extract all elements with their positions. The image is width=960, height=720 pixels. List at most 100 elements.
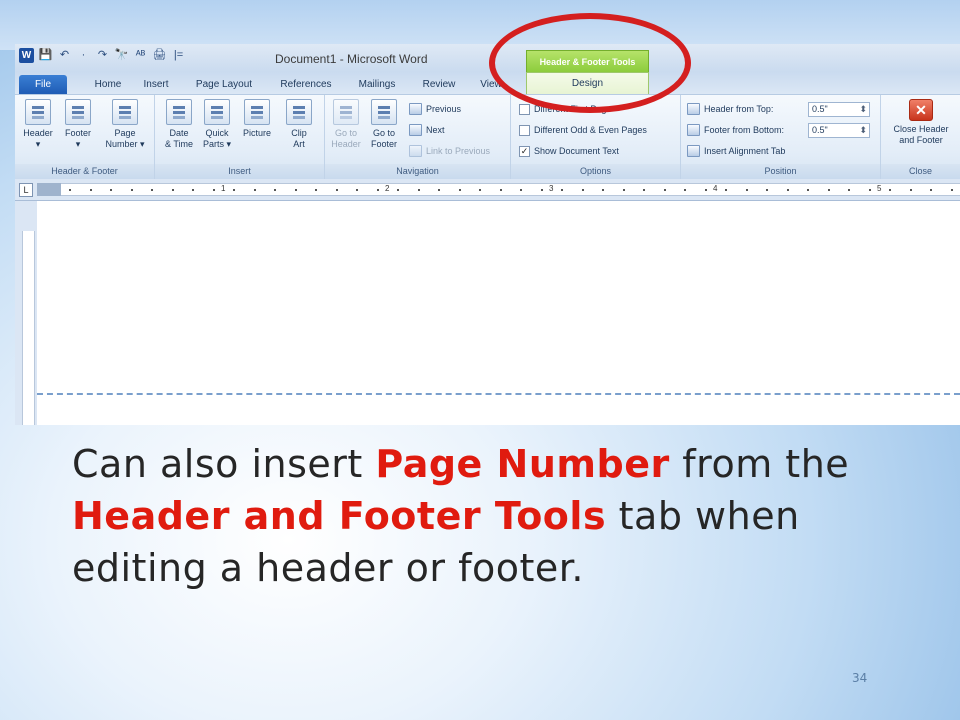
go-to-header-button[interactable]: Go to Header <box>327 99 365 150</box>
checkbox-icon <box>519 124 530 136</box>
ruler-tick <box>274 189 276 191</box>
tab-review[interactable]: Review <box>415 75 463 94</box>
print-preview-icon[interactable]: 🖨 <box>152 48 167 63</box>
ruler-tick <box>622 189 625 191</box>
window-title: Document1 - Microsoft Word <box>275 52 428 66</box>
ruler-tick <box>397 189 399 191</box>
insert-alignment-tab-button[interactable]: Insert Alignment Tab <box>687 143 785 159</box>
clip-art-button[interactable]: Clip Art <box>281 99 317 150</box>
spelling-icon[interactable]: ᴬᴮ <box>133 48 148 63</box>
header-icon <box>25 99 51 125</box>
ruler-tick <box>827 189 830 191</box>
picture-button[interactable]: Picture <box>237 99 277 139</box>
ruler-tick <box>684 189 686 191</box>
tab-home[interactable]: Home <box>85 75 131 94</box>
tab-page-layout[interactable]: Page Layout <box>185 75 263 94</box>
link-to-previous-button[interactable]: Link to Previous <box>409 143 490 159</box>
link-icon <box>409 145 422 157</box>
ruler-tick <box>458 189 461 191</box>
ruler-tick <box>520 189 522 191</box>
group-label: Header & Footer <box>15 164 154 179</box>
group-insert: Date & Time Quick Parts ▾ Picture Clip A… <box>155 95 325 179</box>
ruler-tick <box>704 189 707 191</box>
ruler-tick <box>110 189 112 191</box>
highlight-header-footer-tools: Header and Footer Tools <box>72 494 607 538</box>
ruler-tick <box>909 189 912 191</box>
go-to-header-icon <box>333 99 359 125</box>
title-bar: W 💾 ↶ · ↷ 🔭 ᴬᴮ 🖨 |= Document1 - Microsof… <box>15 44 960 72</box>
go-to-footer-button[interactable]: Go to Footer <box>365 99 403 150</box>
ribbon: Header ▾ Footer ▾ Page Number ▾ Header &… <box>15 94 960 179</box>
ruler-tick <box>561 189 563 191</box>
previous-button[interactable]: Previous <box>409 101 461 117</box>
next-icon <box>409 124 422 136</box>
group-label: Insert <box>155 164 324 179</box>
calendar-icon <box>166 99 192 125</box>
ruler-tick <box>233 189 235 191</box>
close-header-footer-button[interactable]: ✕ Close Header and Footer <box>885 99 957 146</box>
ruler-tick <box>438 189 440 191</box>
ruler-tick <box>69 189 71 191</box>
previous-icon <box>409 103 422 115</box>
slide-number: 34 <box>852 671 868 685</box>
ribbon-tabs: File Home Insert Page Layout References … <box>15 72 960 94</box>
slide-caption: Can also insert Page Number from the Hea… <box>72 442 850 590</box>
document-page[interactable] <box>37 201 960 425</box>
header-from-top-row: Header from Top: 0.5" <box>687 101 870 117</box>
different-odd-even-checkbox[interactable]: Different Odd & Even Pages <box>519 122 647 138</box>
checkmark-icon: ✓ <box>519 145 530 157</box>
slide-top-band <box>0 0 960 50</box>
tab-references[interactable]: References <box>271 75 341 94</box>
page-number-icon <box>112 99 138 125</box>
close-icon: ✕ <box>909 99 933 121</box>
ruler-tick <box>315 189 317 191</box>
quick-access-toolbar: W 💾 ↶ · ↷ 🔭 ᴬᴮ 🖨 |= <box>19 48 186 63</box>
ruler-tick <box>130 189 133 191</box>
header-from-top-input[interactable]: 0.5" <box>808 101 870 117</box>
save-icon[interactable]: 💾 <box>38 48 53 63</box>
header-button[interactable]: Header ▾ <box>19 99 57 150</box>
header-boundary-line <box>37 393 960 395</box>
ruler-tick <box>171 189 174 191</box>
ruler-tick <box>253 189 256 191</box>
header-position-icon <box>687 103 700 115</box>
ruler-tick <box>294 189 297 191</box>
footer-from-bottom-input[interactable]: 0.5" <box>808 122 870 138</box>
tab-insert[interactable]: Insert <box>133 75 179 94</box>
quick-parts-icon <box>204 99 230 125</box>
tab-selector[interactable]: L <box>19 183 33 197</box>
ruler-tick <box>212 189 215 191</box>
show-document-text-checkbox[interactable]: ✓ Show Document Text <box>519 143 619 159</box>
page-number-button[interactable]: Page Number ▾ <box>101 99 149 150</box>
footer-button[interactable]: Footer ▾ <box>59 99 97 150</box>
ruler-tick <box>602 189 604 191</box>
footer-position-icon <box>687 124 700 136</box>
ruler-tick <box>89 189 92 191</box>
find-icon[interactable]: 🔭 <box>114 48 129 63</box>
date-time-button[interactable]: Date & Time <box>161 99 197 150</box>
word-logo-icon: W <box>19 48 34 63</box>
customize-qat-icon[interactable]: |= <box>171 48 186 63</box>
redo-icon[interactable]: ↷ <box>95 48 110 63</box>
ruler-track: 1 2 3 4 5 <box>61 183 960 196</box>
group-label: Options <box>511 164 680 179</box>
alignment-tab-icon <box>687 145 700 157</box>
dropdown-icon[interactable]: · <box>76 48 91 63</box>
horizontal-ruler[interactable]: L 1 2 3 4 5 <box>15 179 960 201</box>
ruler-tick <box>766 189 768 191</box>
clip-art-icon <box>286 99 312 125</box>
ruler-number: 5 <box>877 184 882 193</box>
tab-file[interactable]: File <box>19 75 67 94</box>
vertical-ruler <box>15 201 37 425</box>
quick-parts-button[interactable]: Quick Parts ▾ <box>199 99 235 150</box>
ruler-tick <box>356 189 358 191</box>
ruler-tick <box>725 189 727 191</box>
group-header-footer: Header ▾ Footer ▾ Page Number ▾ Header &… <box>15 95 155 179</box>
highlight-page-number: Page Number <box>375 442 670 486</box>
ruler-tick <box>540 189 543 191</box>
picture-icon <box>244 99 270 125</box>
next-button[interactable]: Next <box>409 122 445 138</box>
ruler-tick <box>786 189 789 191</box>
tab-mailings[interactable]: Mailings <box>349 75 405 94</box>
undo-icon[interactable]: ↶ <box>57 48 72 63</box>
